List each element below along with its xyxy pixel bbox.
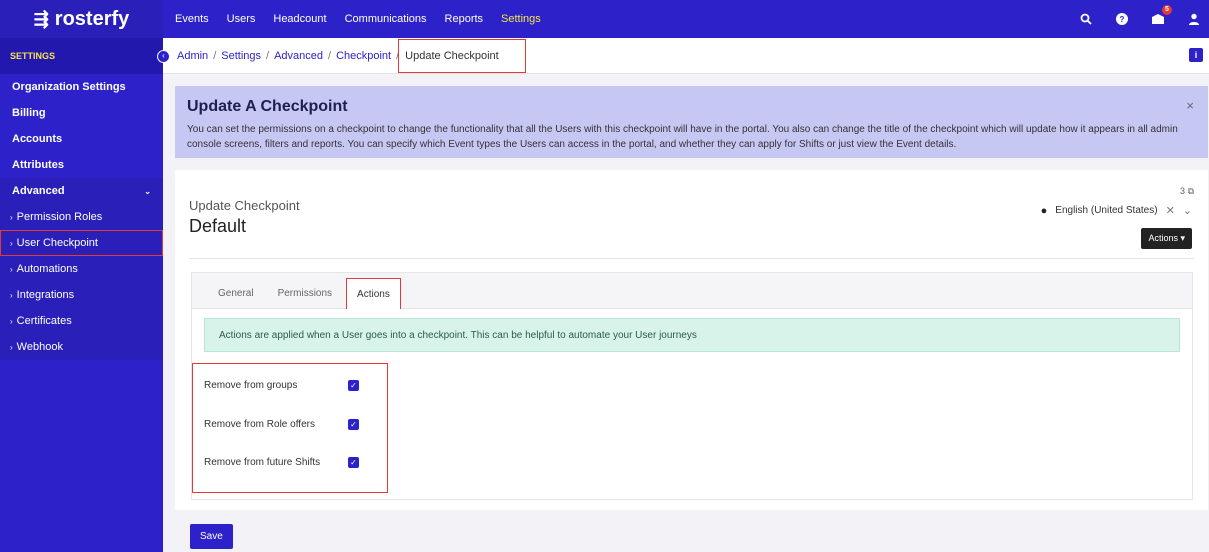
chevron-right-icon: › bbox=[10, 212, 13, 222]
tabs-panel: General Permissions Actions Actions are … bbox=[191, 272, 1193, 500]
sidebar-item-integrations[interactable]: › Integrations bbox=[0, 282, 163, 308]
breadcrumb-settings[interactable]: Settings bbox=[221, 50, 261, 62]
checkbox-row-remove-groups: Remove from groups ✓ bbox=[204, 380, 359, 391]
breadcrumb: Admin / Settings / Advanced / Checkpoint… bbox=[163, 38, 526, 73]
top-bar: ⇶ rosterfy Events Users Headcount Commun… bbox=[0, 0, 1209, 38]
language-value: English (United States) bbox=[1055, 205, 1158, 216]
copy-counter[interactable]: 3 ⧉ bbox=[1180, 186, 1194, 197]
notifications-icon[interactable]: 5 bbox=[1151, 5, 1172, 26]
chevron-right-icon: › bbox=[10, 316, 13, 326]
nav-users[interactable]: Users bbox=[227, 13, 256, 25]
chevron-right-icon: › bbox=[10, 238, 13, 248]
language-selector[interactable]: ● English (United States) ✕ ⌄ bbox=[1040, 204, 1192, 218]
nav-communications[interactable]: Communications bbox=[345, 13, 427, 25]
sidebar-item-accounts[interactable]: Accounts bbox=[0, 126, 163, 152]
actions-dropdown-button[interactable]: Actions ▾ bbox=[1141, 228, 1192, 249]
sidebar-item-organization-settings[interactable]: Organization Settings bbox=[0, 74, 163, 100]
user-icon[interactable] bbox=[1187, 12, 1201, 26]
nav-settings[interactable]: Settings bbox=[501, 13, 541, 25]
sidebar-item-permission-roles[interactable]: › Permission Roles bbox=[0, 204, 163, 230]
sidebar-item-label: Webhook bbox=[16, 341, 63, 353]
nav-reports[interactable]: Reports bbox=[445, 13, 484, 25]
checkbox-label: Remove from groups bbox=[204, 380, 298, 391]
sidebar-item-billing[interactable]: Billing bbox=[0, 100, 163, 126]
breadcrumb-separator: / bbox=[266, 49, 270, 62]
card-subtitle: Update Checkpoint bbox=[189, 198, 300, 213]
rosterfy-logo-icon: ⇶ bbox=[33, 8, 49, 29]
breadcrumb-advanced[interactable]: Advanced bbox=[274, 50, 323, 62]
breadcrumb-current: Update Checkpoint bbox=[398, 38, 526, 73]
notification-badge: 5 bbox=[1162, 5, 1172, 15]
sidebar-item-label: Integrations bbox=[16, 289, 75, 301]
svg-text:?: ? bbox=[1120, 15, 1125, 24]
top-nav: Events Users Headcount Communications Re… bbox=[163, 13, 541, 25]
checkbox-label: Remove from future Shifts bbox=[204, 457, 321, 468]
chevron-right-icon: › bbox=[10, 342, 13, 352]
sidebar-item-label: Certificates bbox=[16, 315, 72, 327]
sidebar-item-attributes[interactable]: Attributes bbox=[0, 152, 163, 178]
copy-icon: ⧉ bbox=[1187, 186, 1194, 196]
globe-icon: ● bbox=[1040, 204, 1048, 217]
banner-title: Update A Checkpoint bbox=[187, 98, 348, 115]
banner-text: You can set the permissions on a checkpo… bbox=[187, 124, 1178, 150]
remove-from-groups-checkbox[interactable]: ✓ bbox=[348, 380, 359, 391]
search-icon[interactable] bbox=[1079, 12, 1093, 26]
breadcrumb-checkpoint[interactable]: Checkpoint bbox=[336, 50, 391, 62]
info-alert: Actions are applied when a User goes int… bbox=[204, 318, 1180, 352]
collapse-sidebar-icon[interactable]: ‹ bbox=[157, 50, 170, 63]
remove-from-future-shifts-checkbox[interactable]: ✓ bbox=[348, 457, 359, 468]
checkbox-row-remove-role-offers: Remove from Role offers ✓ bbox=[204, 419, 359, 430]
tab-bar: General Permissions Actions bbox=[192, 273, 1192, 309]
top-icons: ? 5 bbox=[1079, 0, 1209, 38]
divider bbox=[189, 258, 1194, 259]
nav-events[interactable]: Events bbox=[175, 13, 209, 25]
chevron-down-icon[interactable]: ⌄ bbox=[1183, 204, 1192, 217]
tab-general[interactable]: General bbox=[208, 278, 264, 308]
sidebar-item-automations[interactable]: › Automations bbox=[0, 256, 163, 282]
actions-checkbox-group: Remove from groups ✓ Remove from Role of… bbox=[192, 363, 388, 493]
sidebar-item-label: Permission Roles bbox=[16, 211, 103, 223]
logo[interactable]: ⇶ rosterfy bbox=[0, 0, 163, 38]
breadcrumb-bar: ‹ Admin / Settings / Advanced / Checkpoi… bbox=[157, 38, 1209, 74]
help-icon[interactable]: ? bbox=[1115, 12, 1129, 26]
chevron-right-icon: › bbox=[10, 290, 13, 300]
checkpoint-card: 3 ⧉ Update Checkpoint Default ● English … bbox=[175, 170, 1208, 510]
sidebar-heading: SETTINGS bbox=[0, 38, 163, 74]
tab-permissions[interactable]: Permissions bbox=[268, 278, 342, 308]
chevron-down-icon: ⌄ bbox=[144, 186, 151, 196]
sidebar-item-certificates[interactable]: › Certificates bbox=[0, 308, 163, 334]
sidebar: SETTINGS Organization Settings Billing A… bbox=[0, 38, 163, 552]
breadcrumb-separator: / bbox=[213, 49, 217, 62]
info-banner: Update A Checkpoint You can set the perm… bbox=[175, 86, 1208, 158]
checkbox-label: Remove from Role offers bbox=[204, 419, 315, 430]
sidebar-section-label: Advanced bbox=[12, 185, 65, 197]
chevron-right-icon: › bbox=[10, 264, 13, 274]
close-icon[interactable]: × bbox=[1186, 98, 1194, 113]
tab-actions[interactable]: Actions bbox=[346, 278, 401, 309]
sidebar-item-label: User Checkpoint bbox=[16, 237, 98, 249]
logo-text: rosterfy bbox=[54, 7, 130, 30]
breadcrumb-admin[interactable]: Admin bbox=[177, 50, 208, 62]
copy-count: 3 bbox=[1180, 186, 1186, 196]
breadcrumb-separator: / bbox=[328, 49, 332, 62]
sidebar-item-webhook[interactable]: › Webhook bbox=[0, 334, 163, 360]
page-title: Default bbox=[189, 216, 247, 236]
sidebar-section-advanced[interactable]: Advanced ⌄ bbox=[0, 178, 163, 204]
save-button[interactable]: Save bbox=[190, 524, 233, 549]
sidebar-item-label: Automations bbox=[16, 263, 78, 275]
sidebar-item-user-checkpoint[interactable]: › User Checkpoint bbox=[0, 230, 163, 256]
checkbox-row-remove-future-shifts: Remove from future Shifts ✓ bbox=[204, 457, 359, 468]
nav-headcount[interactable]: Headcount bbox=[273, 13, 326, 25]
clear-icon[interactable]: ✕ bbox=[1166, 204, 1175, 217]
info-icon[interactable]: i bbox=[1189, 48, 1203, 62]
remove-from-role-offers-checkbox[interactable]: ✓ bbox=[348, 419, 359, 430]
